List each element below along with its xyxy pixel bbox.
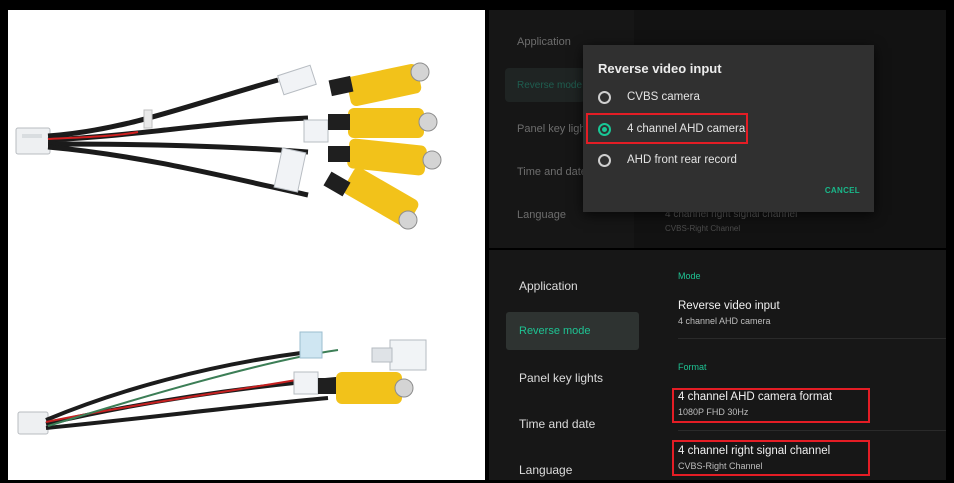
highlight-box-selected-option (586, 113, 748, 144)
reverse-video-input-dialog-screenshot: Application Reverse mode Panel key light… (489, 10, 946, 248)
highlight-box-signal-channel (672, 440, 870, 476)
dimmed-sidebar-item-language: Language (517, 209, 566, 221)
lower-cable-harness (17, 331, 427, 435)
dimmed-sidebar-item-time-and-date: Time and date (517, 166, 587, 178)
dimmed-sidebar-item-application: Application (517, 36, 571, 48)
dialog-title: Reverse video input (598, 61, 722, 76)
option-label: AHD front rear record (627, 154, 737, 166)
sidebar-item-time-and-date[interactable]: Time and date (519, 417, 595, 431)
highlight-box-camera-format (672, 388, 870, 423)
sidebar-item-language[interactable]: Language (519, 463, 572, 477)
radio-unselected-icon[interactable] (598, 153, 611, 167)
sidebar-item-application[interactable]: Application (519, 279, 578, 293)
reverse-mode-settings-screenshot: Application Reverse mode Panel key light… (489, 250, 946, 480)
dimmed-sidebar-item-reverse-mode: Reverse mode (517, 80, 583, 91)
sidebar-item-panel-key-lights[interactable]: Panel key lights (519, 371, 603, 385)
setting-reverse-video-input-title[interactable]: Reverse video input (678, 300, 780, 312)
option-cvbs-camera[interactable]: CVBS camera (598, 85, 700, 109)
section-header-format: Format (678, 362, 707, 372)
cancel-button[interactable]: CANCEL (825, 186, 860, 195)
section-header-mode: Mode (678, 271, 701, 281)
radio-unselected-icon[interactable] (598, 90, 611, 104)
sidebar-item-reverse-mode[interactable]: Reverse mode (519, 325, 591, 337)
option-ahd-front-rear-record[interactable]: AHD front rear record (598, 148, 737, 172)
upper-cable-harness (15, 62, 442, 230)
setting-reverse-video-input-value: 4 channel AHD camera (678, 316, 771, 326)
option-label: CVBS camera (627, 91, 700, 103)
dimmed-setting-value: CVBS-Right Channel (665, 224, 741, 233)
product-photo (8, 10, 485, 480)
divider (678, 338, 946, 339)
divider (678, 430, 946, 431)
rca-cable-harness-image (15, 62, 442, 435)
